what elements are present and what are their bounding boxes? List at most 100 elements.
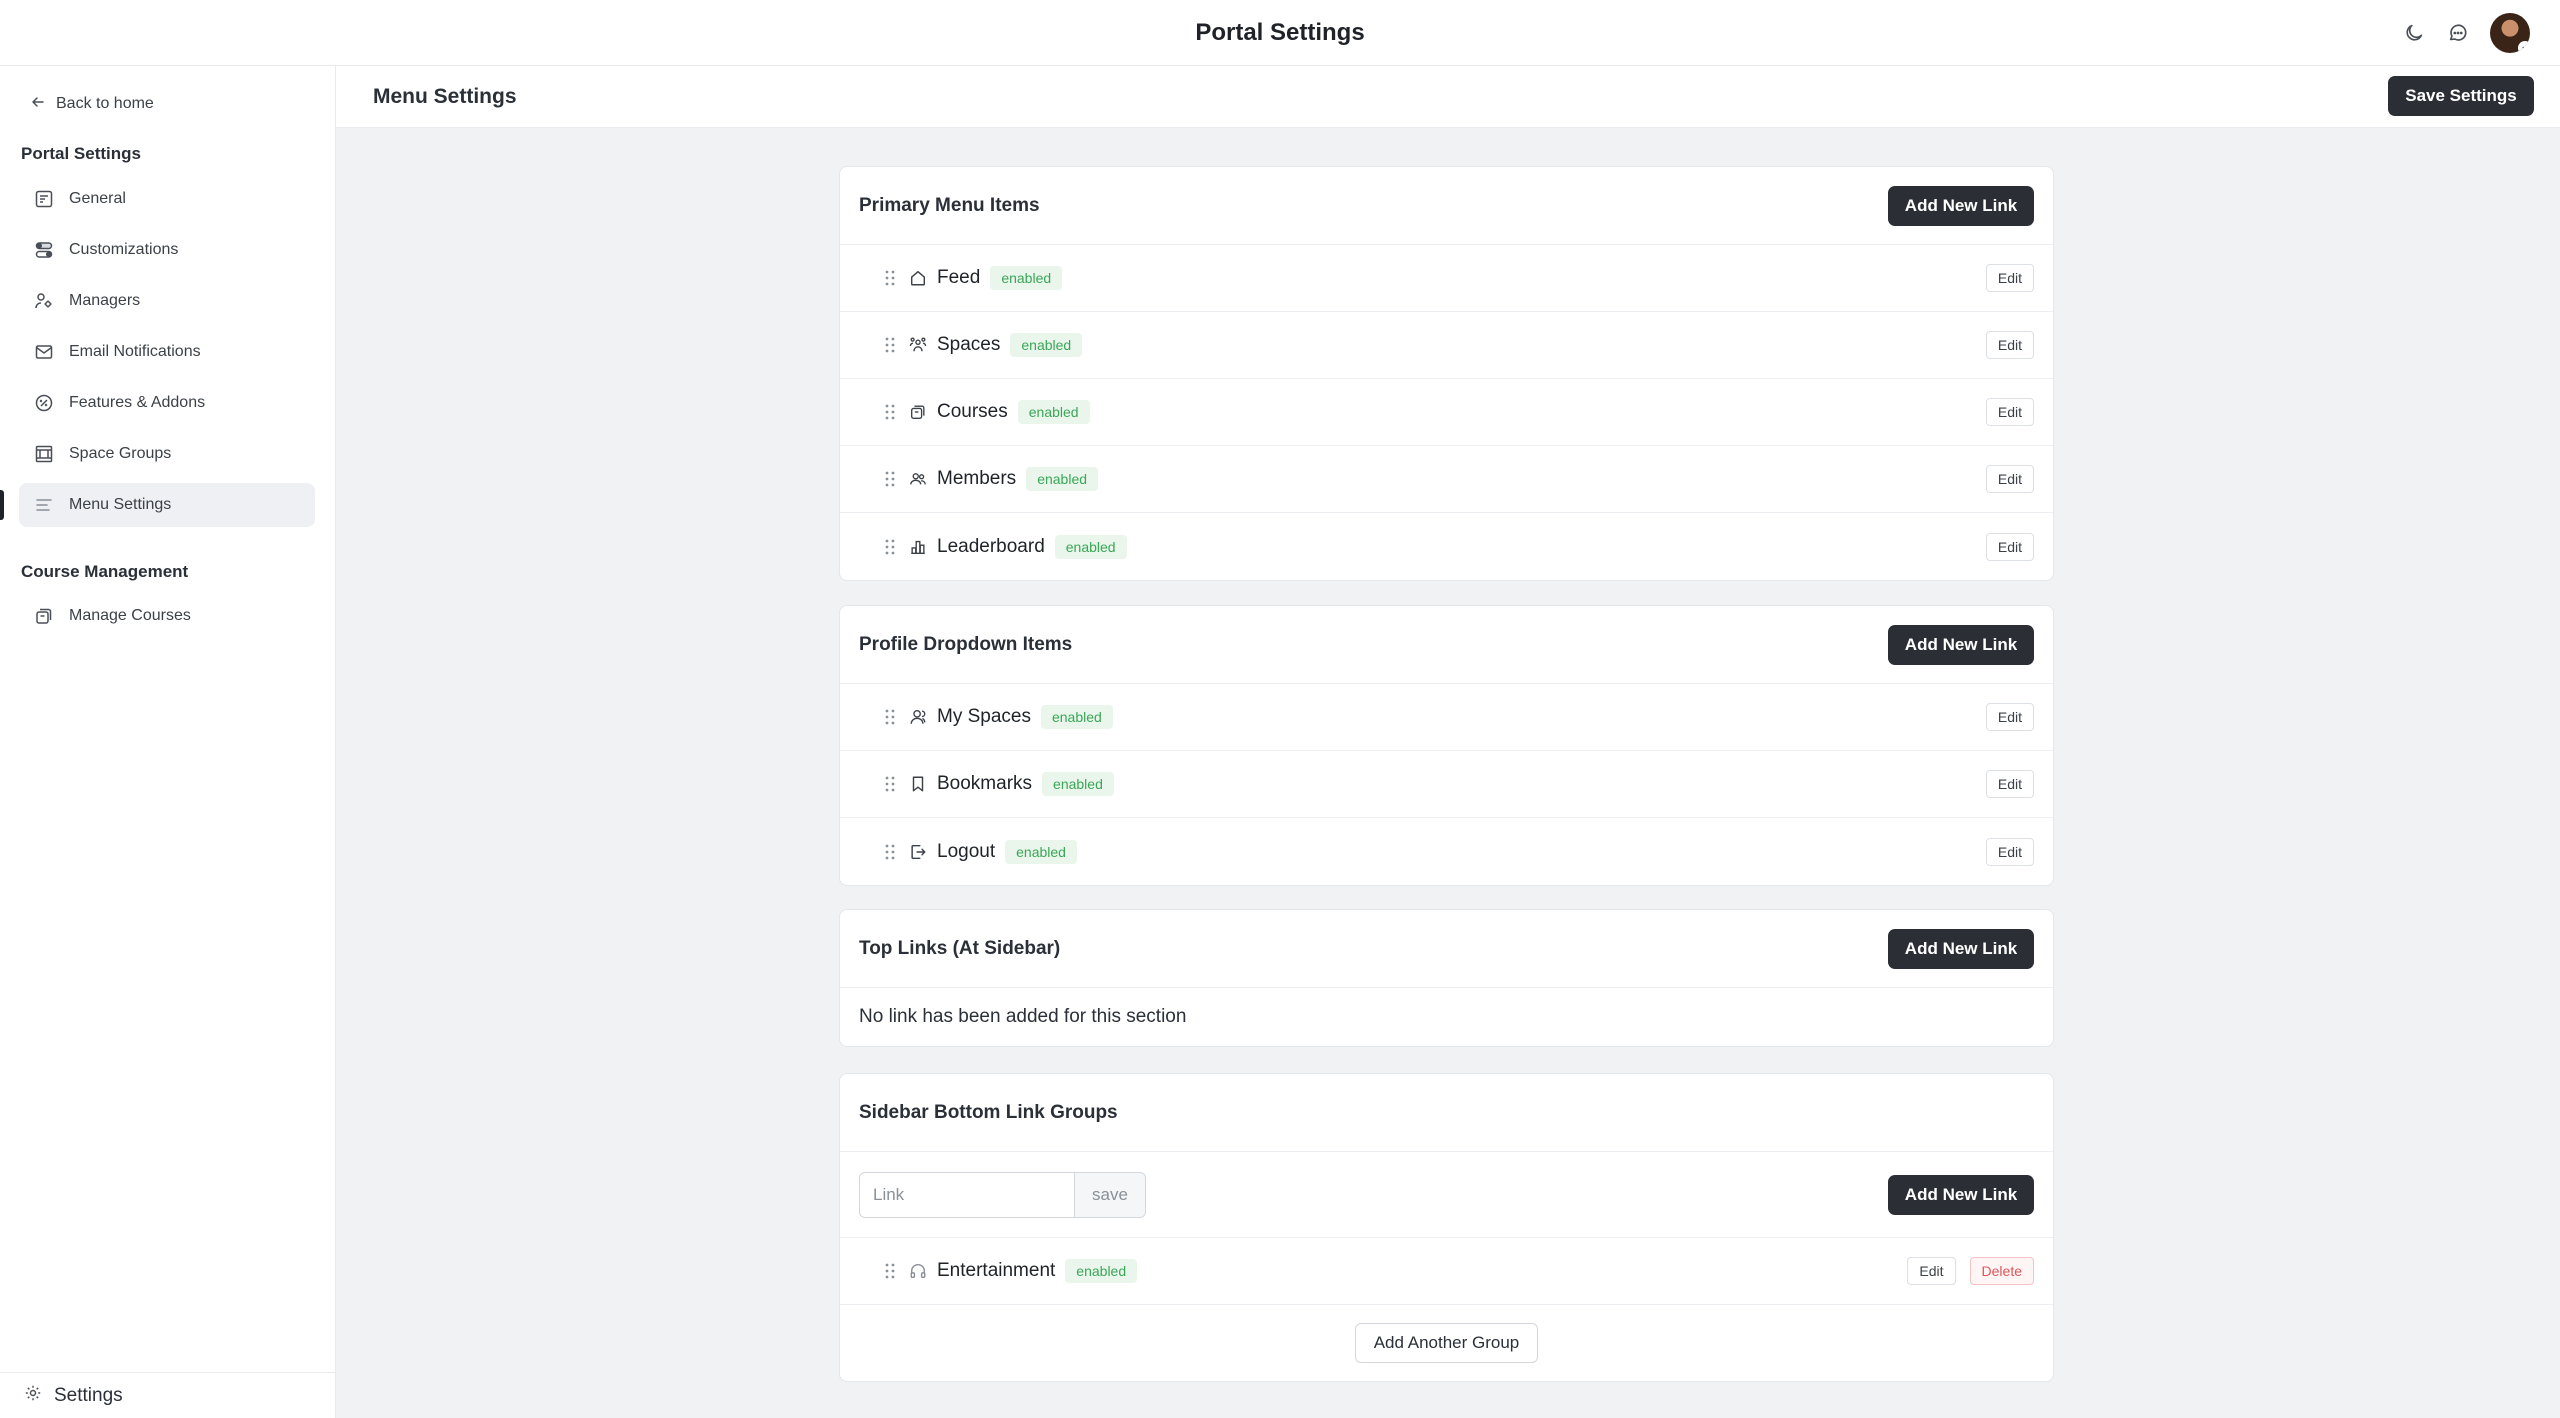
top-bar: Portal Settings <box>0 0 2560 66</box>
menu-item-row: Feed enabled Edit <box>840 245 2053 312</box>
card-title: Primary Menu Items <box>859 194 1040 216</box>
drag-handle-icon[interactable] <box>882 774 898 794</box>
menu-item-row: Spaces enabled Edit <box>840 312 2053 379</box>
delete-button[interactable]: Delete <box>1969 1257 2034 1285</box>
menu-item-row: Logout enabled Edit <box>840 818 2053 885</box>
main-content: Menu Settings Save Settings Primary Menu… <box>336 66 2560 1418</box>
link-save-button[interactable]: save <box>1074 1171 1146 1218</box>
menu-item-row: Courses enabled Edit <box>840 379 2053 446</box>
menu-item-row: Leaderboard enabled Edit <box>840 513 2053 580</box>
sidebar-item-managers[interactable]: Managers <box>19 279 315 323</box>
space-groups-icon <box>33 443 55 465</box>
page-title: Menu Settings <box>373 85 517 108</box>
gear-icon <box>24 1384 42 1408</box>
sidebar-item-label: Features & Addons <box>69 394 206 411</box>
edit-button[interactable]: Edit <box>1985 703 2034 731</box>
status-badge: enabled <box>1005 839 1077 864</box>
menu-item-label: Leaderboard <box>937 535 1045 557</box>
arrow-left-icon <box>30 94 46 115</box>
status-badge: enabled <box>1010 333 1083 357</box>
edit-button[interactable]: Edit <box>1907 1257 1956 1285</box>
sidebar-item-label: Managers <box>69 292 141 309</box>
edit-button[interactable]: Edit <box>1985 264 2034 292</box>
main-header: Menu Settings Save Settings <box>336 66 2560 128</box>
logout-icon <box>908 842 928 862</box>
chat-icon[interactable] <box>2446 21 2470 45</box>
drag-handle-icon[interactable] <box>882 268 898 288</box>
group-footer: Add Another Group <box>840 1305 2053 1381</box>
sidebar-item-features-addons[interactable]: Features & Addons <box>19 381 315 425</box>
add-new-link-button[interactable]: Add New Link <box>1888 928 2034 969</box>
sidebar-item-label: Menu Settings <box>69 496 172 513</box>
edit-button[interactable]: Edit <box>1985 770 2034 798</box>
edit-button[interactable]: Edit <box>1985 837 2034 866</box>
sidebar-bottom-groups-card: Sidebar Bottom Link Groups save Add New … <box>839 1073 2054 1382</box>
add-another-group-button[interactable]: Add Another Group <box>1354 1323 1539 1363</box>
sidebar: Back to home Portal Settings General Cus… <box>0 66 336 1418</box>
sidebar-item-email-notifications[interactable]: Email Notifications <box>19 330 315 374</box>
card-title: Top Links (At Sidebar) <box>859 937 1061 959</box>
back-to-home-label: Back to home <box>56 95 154 112</box>
topbar-actions <box>2402 13 2530 53</box>
link-input-group: save <box>859 1171 1146 1218</box>
general-icon <box>33 188 55 210</box>
user-avatar[interactable] <box>2490 13 2530 53</box>
link-input[interactable] <box>859 1171 1074 1218</box>
active-indicator <box>0 490 4 520</box>
edit-button[interactable]: Edit <box>1985 398 2034 426</box>
status-badge: enabled <box>1042 772 1114 796</box>
add-new-link-button[interactable]: Add New Link <box>1888 1174 2034 1215</box>
menu-icon <box>33 494 55 516</box>
edit-button[interactable]: Edit <box>1985 532 2034 561</box>
drag-handle-icon[interactable] <box>882 402 898 422</box>
empty-state-text: No link has been added for this section <box>859 1006 1187 1027</box>
portal-settings-heading: Portal Settings <box>21 144 141 163</box>
edit-button[interactable]: Edit <box>1985 331 2034 359</box>
course-management-heading: Course Management <box>21 562 189 581</box>
back-to-home-link[interactable]: Back to home <box>30 86 154 122</box>
settings-footer-link[interactable]: Settings <box>0 1372 336 1418</box>
headphones-icon <box>908 1261 928 1281</box>
sidebar-item-label: Email Notifications <box>69 343 201 360</box>
menu-item-row: My Spaces enabled Edit <box>840 684 2053 751</box>
spaces-icon <box>908 335 928 355</box>
save-settings-button[interactable]: Save Settings <box>2388 76 2534 116</box>
courses-icon <box>908 402 928 422</box>
home-icon <box>908 268 928 288</box>
status-badge: enabled <box>1017 400 1090 424</box>
drag-handle-icon[interactable] <box>882 537 898 557</box>
sidebar-item-general[interactable]: General <box>19 177 315 221</box>
status-badge: enabled <box>1026 467 1099 491</box>
bookmark-icon <box>908 774 928 794</box>
sidebar-item-manage-courses[interactable]: Manage Courses <box>19 594 315 638</box>
sidebar-item-label: Manage Courses <box>69 607 191 624</box>
add-new-link-button[interactable]: Add New Link <box>1888 624 2034 665</box>
drag-handle-icon[interactable] <box>882 842 898 862</box>
sidebar-item-label: General <box>69 190 126 207</box>
app-title: Portal Settings <box>1195 19 1365 46</box>
primary-menu-card: Primary Menu Items Add New Link Feed ena… <box>839 166 2054 581</box>
card-header: Top Links (At Sidebar) Add New Link <box>840 910 2053 988</box>
menu-item-label: Feed <box>937 267 981 288</box>
add-new-link-button[interactable]: Add New Link <box>1888 185 2034 226</box>
sidebar-item-space-groups[interactable]: Space Groups <box>19 432 315 476</box>
mail-icon <box>33 341 55 363</box>
menu-item-label: Members <box>937 468 1017 489</box>
sidebar-item-label: Space Groups <box>69 445 172 462</box>
chevron-down-icon <box>2518 41 2530 53</box>
drag-handle-icon[interactable] <box>882 335 898 355</box>
moon-icon[interactable] <box>2402 21 2426 45</box>
drag-handle-icon[interactable] <box>882 707 898 727</box>
drag-handle-icon[interactable] <box>882 469 898 489</box>
sidebar-item-label: Customizations <box>69 241 179 258</box>
sidebar-item-menu-settings[interactable]: Menu Settings <box>19 483 315 527</box>
sidebar-item-customizations[interactable]: Customizations <box>19 228 315 272</box>
card-title: Sidebar Bottom Link Groups <box>859 1101 1118 1123</box>
user-icon <box>908 707 928 727</box>
menu-item-row: Members enabled Edit <box>840 446 2053 513</box>
menu-item-label: My Spaces <box>937 706 1031 727</box>
status-badge: enabled <box>1054 534 1127 559</box>
edit-button[interactable]: Edit <box>1985 465 2034 493</box>
drag-handle-icon[interactable] <box>882 1261 898 1281</box>
group-link-row: save Add New Link <box>840 1152 2053 1238</box>
